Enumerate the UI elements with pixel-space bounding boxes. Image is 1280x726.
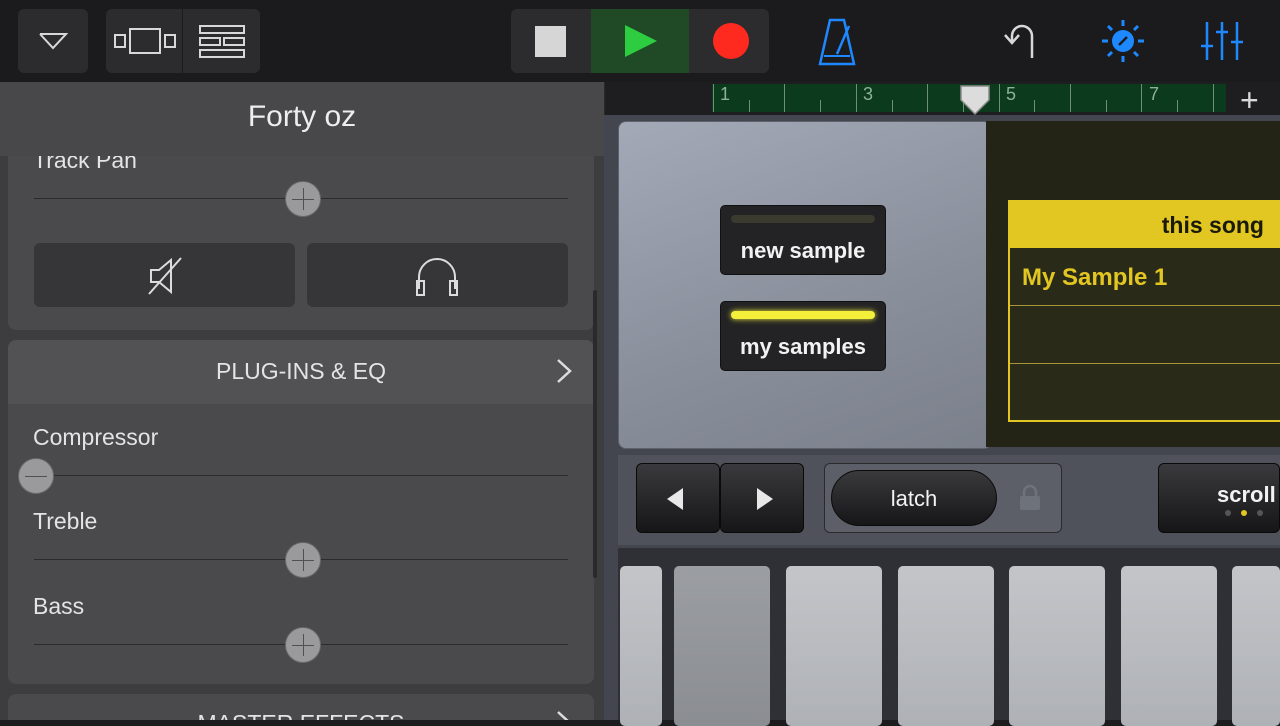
browser-button[interactable] xyxy=(18,9,88,73)
ruler-tick xyxy=(927,84,929,112)
scroll-label: scroll xyxy=(1217,482,1276,507)
ruler-tick xyxy=(855,84,857,112)
chevron-right-icon xyxy=(557,711,569,720)
ruler-tick xyxy=(748,100,750,112)
ruler-tick xyxy=(1034,100,1036,112)
view-toggle-group xyxy=(106,9,260,73)
ruler-tick xyxy=(784,84,786,112)
octave-down-button[interactable] xyxy=(636,463,720,533)
sample-list: this song My Sample 1 xyxy=(1008,200,1280,422)
bar-number: 1 xyxy=(720,84,731,104)
metronome-button[interactable] xyxy=(812,12,862,72)
treble-label: Treble xyxy=(33,508,98,534)
undo-button[interactable] xyxy=(996,14,1046,68)
ruler-tick xyxy=(1105,100,1107,112)
compressor-label: Compressor xyxy=(33,424,159,450)
solo-button[interactable] xyxy=(307,243,568,307)
lock-icon[interactable] xyxy=(1018,484,1042,512)
new-sample-label: new sample xyxy=(740,238,866,263)
sample-list-item[interactable]: My Sample 1 xyxy=(1022,264,1167,292)
stop-button[interactable] xyxy=(511,9,589,73)
plugins-eq-label: PLUG-INS & EQ xyxy=(216,358,386,384)
top-toolbar xyxy=(0,0,1280,82)
piano-key[interactable] xyxy=(898,566,994,726)
scroll-button[interactable]: scroll xyxy=(1158,463,1280,533)
piano-key[interactable] xyxy=(620,566,662,726)
sampler-control-plate xyxy=(618,121,992,449)
latch-label: latch xyxy=(890,486,938,511)
settings-button[interactable] xyxy=(1096,14,1150,68)
play-icon xyxy=(625,25,657,57)
ruler-tick xyxy=(1212,84,1214,112)
track-pan-slider-thumb[interactable] xyxy=(285,181,321,217)
led-indicator xyxy=(731,215,875,223)
speaker-mute-icon xyxy=(148,257,182,295)
ruler-tick xyxy=(713,84,714,112)
compressor-slider-thumb[interactable] xyxy=(18,458,54,494)
led-indicator xyxy=(731,311,875,319)
bar-number: 3 xyxy=(863,84,874,104)
chevron-right-icon xyxy=(557,359,572,383)
piano-key[interactable] xyxy=(786,566,882,726)
compressor-slider[interactable] xyxy=(34,475,568,476)
instrument-view-button[interactable] xyxy=(183,9,260,73)
new-sample-button[interactable]: new sample xyxy=(720,205,886,275)
ruler-tick xyxy=(998,84,1000,112)
my-samples-button[interactable]: my samples xyxy=(720,301,886,371)
tracks-view-button[interactable] xyxy=(106,9,182,73)
ruler-tick xyxy=(1070,84,1071,112)
chevron-down-icon xyxy=(39,33,68,50)
octave-up-button[interactable] xyxy=(720,463,804,533)
bass-label: Bass xyxy=(33,593,85,619)
tab-this-song[interactable]: this song xyxy=(1010,202,1280,248)
record-button[interactable] xyxy=(691,9,769,73)
ruler-tick xyxy=(891,100,893,112)
scroll-indicator xyxy=(1257,510,1263,516)
scroll-indicator xyxy=(1241,510,1247,516)
divider xyxy=(1010,363,1280,364)
panel-header: Forty oz xyxy=(0,82,604,156)
record-icon xyxy=(713,23,749,59)
bass-slider-thumb[interactable] xyxy=(285,627,321,663)
piano-key[interactable] xyxy=(674,566,770,726)
master-effects-card[interactable]: MASTER EFFECTS xyxy=(8,694,594,720)
stop-icon xyxy=(535,26,566,57)
scroll-indicator xyxy=(1225,510,1231,516)
latch-button[interactable]: latch xyxy=(831,470,997,526)
treble-slider-thumb[interactable] xyxy=(285,542,321,578)
tab-this-song-label: this song xyxy=(1161,212,1264,238)
metronome-icon xyxy=(818,18,856,66)
transport-group xyxy=(511,9,769,73)
page-title: Forty oz xyxy=(247,100,357,133)
undo-icon xyxy=(1004,24,1034,58)
mixer-icon xyxy=(1201,22,1243,60)
chevron-left-icon xyxy=(667,488,683,510)
chevron-right-icon xyxy=(757,488,773,510)
mute-button[interactable] xyxy=(34,243,295,307)
grid-view-icon xyxy=(199,25,245,58)
track-pan-label: Track Pan xyxy=(33,156,137,173)
piano-key[interactable] xyxy=(1232,566,1280,726)
playhead[interactable] xyxy=(958,84,992,116)
piano-key[interactable] xyxy=(1121,566,1217,726)
tracks-view-icon xyxy=(114,28,176,54)
plugins-eq-header[interactable]: PLUG-INS & EQ xyxy=(8,340,594,404)
settings-icon xyxy=(1102,20,1144,62)
bar-number: 5 xyxy=(1006,84,1017,104)
mixer-button[interactable] xyxy=(1196,14,1250,68)
ruler-tick xyxy=(1177,100,1179,112)
latch-group: latch xyxy=(824,463,1062,533)
play-button[interactable] xyxy=(591,9,689,73)
divider xyxy=(1010,305,1280,306)
ruler-tick xyxy=(1141,84,1143,112)
add-section-button[interactable]: + xyxy=(1240,82,1259,119)
my-samples-label: my samples xyxy=(740,334,866,359)
bar-number: 7 xyxy=(1149,84,1160,104)
headphones-icon xyxy=(416,258,458,296)
master-effects-label: MASTER EFFECTS xyxy=(8,710,594,720)
ruler-tick xyxy=(820,100,822,112)
panel-scrollbar[interactable] xyxy=(593,290,597,578)
piano-key[interactable] xyxy=(1009,566,1105,726)
